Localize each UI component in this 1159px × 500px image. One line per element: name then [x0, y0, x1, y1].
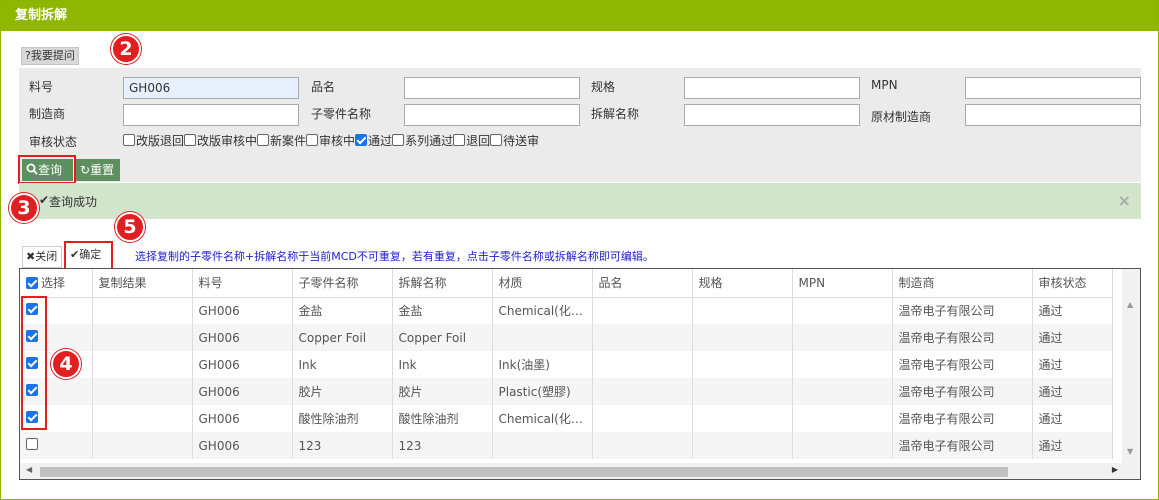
reset-button[interactable]: ↻重置	[76, 159, 120, 181]
row-checkbox[interactable]	[26, 438, 38, 450]
col-mpn[interactable]: MPN	[792, 269, 893, 298]
manufacturer-input[interactable]	[123, 104, 299, 126]
status-label: 系列通过	[405, 133, 454, 148]
scroll-right-icon[interactable]: ▶	[1112, 465, 1118, 474]
col-material[interactable]: 材质	[492, 269, 593, 298]
table-row[interactable]: GH006 Copper Foil Copper Foil 温帝电子有限公司 通过	[20, 324, 1113, 351]
dismantle-name-input[interactable]	[684, 104, 860, 126]
col-sub-part-name[interactable]: 子零件名称	[292, 269, 393, 298]
status-label: 审核中	[319, 133, 356, 148]
dismantle-name-label: 拆解名称	[591, 107, 640, 121]
status-checkbox-5-box[interactable]	[392, 134, 405, 146]
copy-note: 选择复制的子零件名称+拆解名称于当前MCD不可重复，若有重复，点击子零件名称或拆…	[135, 250, 654, 263]
dialog-title: 复制拆解	[1, 1, 1158, 31]
status-checkbox-1-box[interactable]	[184, 134, 197, 146]
col-product-name[interactable]: 品名	[592, 269, 693, 298]
status-label: 退回	[466, 133, 491, 148]
mpn-input[interactable]	[965, 77, 1141, 99]
check-icon: ✔	[39, 193, 50, 207]
select-all-checkbox[interactable]	[26, 277, 38, 290]
scroll-down-icon[interactable]: ▼	[1127, 447, 1133, 456]
status-checkbox[interactable]: 新案件	[257, 132, 306, 149]
product-name-label: 品名	[311, 80, 336, 94]
sub-part-name-label: 子零件名称	[311, 107, 372, 121]
col-spec[interactable]: 规格	[692, 269, 793, 298]
status-checkbox[interactable]: 通过	[355, 132, 392, 149]
horizontal-scrollbar[interactable]: ◀ ▶	[20, 463, 1140, 479]
spec-input[interactable]	[684, 77, 860, 99]
refresh-icon: ↻	[80, 163, 91, 177]
status-label: 通过	[368, 133, 393, 148]
status-checkbox-6-box[interactable]	[453, 134, 466, 146]
status-label: 改版审核中	[197, 133, 258, 148]
annotation-badge-4: 4	[51, 349, 81, 379]
status-checkbox-4-box[interactable]	[355, 134, 368, 146]
status-checkbox[interactable]: 改版退回	[123, 132, 184, 149]
row-checkboxes-highlight-box	[21, 296, 47, 430]
mpn-label: MPN	[871, 78, 898, 92]
status-checkbox-7-box[interactable]	[490, 134, 503, 146]
table-row[interactable]: GH006 酸性除油剂 酸性除油剂 Chemical(化… 温帝电子有限公司 通过	[20, 405, 1113, 432]
copy-dismantle-dialog: 复制拆解 ?我要提问 料号 品名 规格 MPN 制造商 子零件名称 拆解名称 原…	[0, 0, 1159, 500]
table-row[interactable]: GH006 Ink Ink Ink(油墨) 温帝电子有限公司 通过	[20, 351, 1113, 378]
status-checkbox[interactable]: 审核中	[306, 132, 355, 149]
status-checkbox-2-box[interactable]	[257, 134, 270, 146]
table-row[interactable]: GH006 胶片 胶片 Plastic(塑膠) 温帝电子有限公司 通过	[20, 378, 1113, 405]
product-name-input[interactable]	[404, 77, 580, 99]
vertical-scrollbar[interactable]: ▲ ▼	[1122, 269, 1140, 463]
col-copy-result[interactable]: 复制结果	[92, 269, 193, 298]
status-checkbox[interactable]: 改版审核中	[184, 132, 257, 149]
status-checkbox-3-box[interactable]	[306, 134, 319, 146]
annotation-badge-2: 2	[111, 34, 141, 64]
reset-label: 重置	[90, 163, 115, 177]
results-grid: 选择 复制结果 料号 子零件名称 拆解名称 材质 品名 规格 MPN 制造商 审…	[19, 268, 1141, 480]
success-message-bar: ✔ 查询成功 ×	[19, 183, 1141, 219]
results-table: 选择 复制结果 料号 子零件名称 拆解名称 材质 品名 规格 MPN 制造商 审…	[20, 269, 1113, 459]
horizontal-scroll-thumb[interactable]	[40, 467, 1008, 477]
sub-part-name-input[interactable]	[404, 104, 580, 126]
close-button[interactable]: ✖关闭	[22, 246, 62, 268]
manufacturer-label: 制造商	[29, 107, 66, 121]
scroll-left-icon[interactable]: ◀	[26, 465, 32, 474]
part-no-label: 料号	[29, 80, 54, 94]
success-message: 查询成功	[49, 195, 98, 209]
annotation-badge-5: 5	[115, 212, 145, 242]
status-label: 改版退回	[136, 133, 185, 148]
status-label: 新案件	[270, 133, 307, 148]
col-dismantle-name[interactable]: 拆解名称	[392, 269, 493, 298]
status-checkbox[interactable]: 待送审	[490, 132, 539, 149]
close-message-icon[interactable]: ×	[1118, 191, 1131, 210]
col-part-no[interactable]: 料号	[192, 269, 293, 298]
table-row[interactable]: GH006 金盐 金盐 Chemical(化… 温帝电子有限公司 通过	[20, 297, 1113, 324]
spec-label: 规格	[591, 80, 616, 94]
orig-manufacturer-label: 原材制造商	[871, 110, 932, 124]
annotation-badge-3: 3	[9, 193, 39, 223]
status-checkbox[interactable]: 退回	[453, 132, 490, 149]
col-manufacturer[interactable]: 制造商	[892, 269, 1033, 298]
help-button[interactable]: ?我要提问	[21, 47, 79, 65]
col-review-status[interactable]: 审核状态	[1032, 269, 1113, 298]
table-header-row: 选择 复制结果 料号 子零件名称 拆解名称 材质 品名 规格 MPN 制造商 审…	[20, 269, 1113, 298]
close-icon: ✖	[26, 250, 36, 263]
confirm-highlight-box	[64, 241, 113, 270]
review-status-label: 审核状态	[29, 135, 78, 149]
part-no-input[interactable]	[123, 77, 299, 99]
close-label: 关闭	[35, 250, 58, 263]
orig-manufacturer-input[interactable]	[965, 104, 1141, 126]
review-status-checkboxes: 改版退回 改版审核中 新案件 审核中 通过 系列通过 退回 待送审	[123, 132, 539, 148]
status-checkbox-0-box[interactable]	[123, 134, 135, 146]
col-select[interactable]: 选择	[20, 269, 93, 298]
table-row[interactable]: GH006 123 123 温帝电子有限公司 通过	[20, 432, 1113, 459]
status-checkbox[interactable]: 系列通过	[392, 132, 453, 149]
query-highlight-box	[18, 155, 76, 184]
status-label: 待送审	[503, 133, 540, 148]
search-panel: 料号 品名 规格 MPN 制造商 子零件名称 拆解名称 原材制造商 审核状态 改…	[19, 68, 1141, 182]
scroll-up-icon[interactable]: ▲	[1127, 300, 1133, 309]
